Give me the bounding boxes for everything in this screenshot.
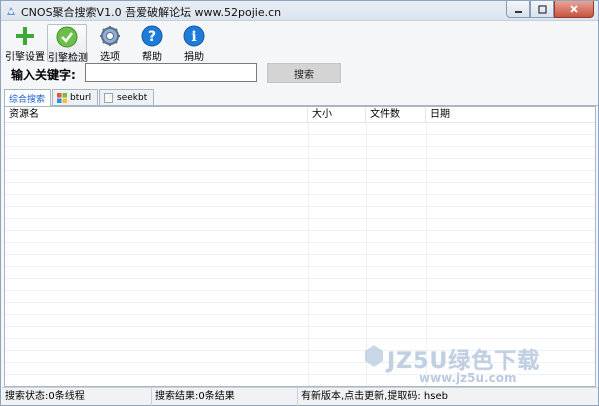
maximize-icon	[537, 4, 547, 14]
engine-tabs: 综合搜索 bturl seekbt	[4, 89, 598, 106]
title-bar[interactable]: CNOS聚合搜索V1.0 吾爱破解论坛 www.52pojie.cn	[1, 1, 598, 21]
watermark-logo-icon	[365, 345, 383, 367]
svg-text:i: i	[191, 29, 196, 45]
search-row: 输入关键字: 搜索	[2, 62, 598, 86]
status-update-link[interactable]: 有新版本,点击更新,提取码: hseb	[298, 388, 598, 406]
toolbar: 引擎设置 引擎检测 选项 ? 帮助 i 捐助	[2, 22, 598, 64]
help-button[interactable]: ? 帮助	[132, 24, 172, 63]
column-divider	[308, 123, 309, 386]
minimize-icon	[514, 10, 522, 13]
svg-text:?: ?	[148, 29, 156, 45]
close-button[interactable]	[554, 1, 594, 18]
keyword-input[interactable]	[85, 63, 257, 82]
tab-bturl[interactable]: bturl	[52, 89, 98, 105]
column-header-name[interactable]: 资源名	[5, 107, 308, 123]
window-title: CNOS聚合搜索V1.0 吾爱破解论坛 www.52pojie.cn	[21, 6, 282, 19]
column-header-file-count[interactable]: 文件数	[366, 107, 426, 123]
app-logo-icon	[7, 7, 15, 15]
engine-check-button[interactable]: 引擎检测	[47, 24, 88, 64]
status-bar: 搜索状态:0条线程 搜索结果:0条结果 有新版本,点击更新,提取码: hseb	[2, 387, 598, 406]
maximize-button[interactable]	[530, 1, 554, 18]
options-button[interactable]: 选项	[90, 24, 130, 63]
status-search-result: 搜索结果:0条结果	[152, 388, 298, 406]
status-search-state: 搜索状态:0条线程	[2, 388, 152, 406]
gear-icon	[100, 26, 120, 46]
help-label: 帮助	[142, 52, 162, 63]
app-window: CNOS聚合搜索V1.0 吾爱破解论坛 www.52pojie.cn 引擎设置	[0, 0, 599, 406]
options-label: 选项	[100, 52, 120, 63]
info-icon: i	[183, 25, 205, 47]
plus-icon	[16, 27, 34, 45]
window-controls	[506, 1, 594, 19]
engine-settings-button[interactable]: 引擎设置	[5, 24, 45, 63]
close-icon	[570, 5, 578, 13]
tab-seekbt[interactable]: seekbt	[99, 89, 154, 105]
tab-all-search-label: 综合搜索	[9, 94, 46, 105]
check-icon	[56, 26, 78, 48]
keyword-label: 输入关键字:	[11, 68, 76, 82]
windows-flag-icon	[57, 92, 67, 103]
donate-label: 捐助	[184, 52, 204, 63]
tab-seekbt-label: seekbt	[117, 92, 148, 103]
watermark-url: www.jz5u.com	[419, 371, 517, 385]
minimize-button[interactable]	[506, 1, 530, 18]
results-header: 资源名 大小 文件数 日期	[5, 107, 595, 123]
column-header-date[interactable]: 日期	[426, 107, 595, 123]
watermark: JZ5U绿色下载 www.jz5u.com	[365, 341, 591, 389]
blank-page-icon	[104, 92, 113, 103]
donate-button[interactable]: i 捐助	[174, 24, 214, 63]
engine-settings-label: 引擎设置	[5, 52, 45, 63]
tab-bturl-label: bturl	[70, 92, 92, 103]
help-icon: ?	[141, 25, 163, 47]
tab-all-search[interactable]: 综合搜索	[4, 89, 51, 106]
column-header-size[interactable]: 大小	[308, 107, 366, 123]
search-button[interactable]: 搜索	[267, 63, 341, 83]
